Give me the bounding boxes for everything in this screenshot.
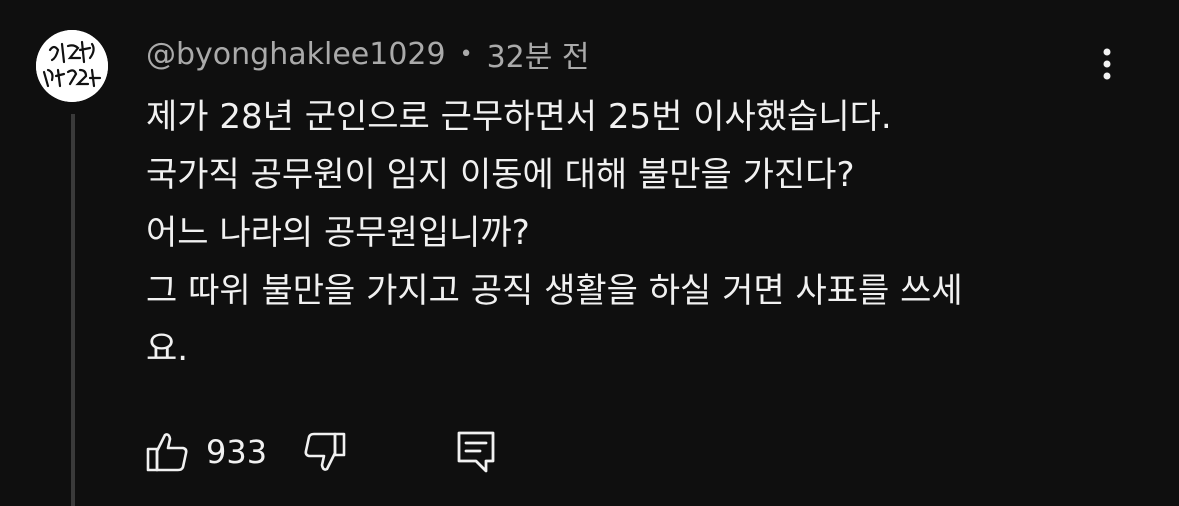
author-name[interactable]: @byonghaklee1029 <box>146 37 446 72</box>
avatar[interactable] <box>36 30 108 102</box>
comment-reply-icon <box>457 431 495 473</box>
comment-line: 그 따위 불만을 가지고 공직 생활을 하실 거면 사표를 쓰세 <box>146 271 963 311</box>
comment-line: 어느 나라의 공무원입니까? <box>146 213 530 253</box>
comment-line: 제가 28년 군인으로 근무하면서 25번 이사했습니다. <box>146 97 892 137</box>
comment-timestamp[interactable]: 32분 전 <box>487 32 590 76</box>
more-actions-button[interactable] <box>1090 42 1124 86</box>
reply-button[interactable] <box>456 430 496 474</box>
dislike-button[interactable] <box>302 431 346 473</box>
avatar-calligraphy <box>36 30 108 102</box>
comment-header: @byonghaklee1029 • 32분 전 <box>146 32 590 76</box>
thumbs-up-icon <box>146 433 188 472</box>
thread-line <box>71 114 75 506</box>
comment-line: 요. <box>146 329 189 369</box>
comment-line: 국가직 공무원이 임지 이동에 대해 불만을 가진다? <box>146 155 855 195</box>
more-vertical-icon <box>1103 48 1111 80</box>
like-button[interactable]: 933 <box>146 431 302 473</box>
comment-text: 제가 28년 군인으로 근무하면서 25번 이사했습니다. 국가직 공무원이 임… <box>146 88 1106 378</box>
comment-actions: 933 <box>146 428 496 476</box>
thumbs-down-icon <box>304 432 346 471</box>
separator-dot: • <box>459 41 473 67</box>
like-count: 933 <box>206 433 268 471</box>
